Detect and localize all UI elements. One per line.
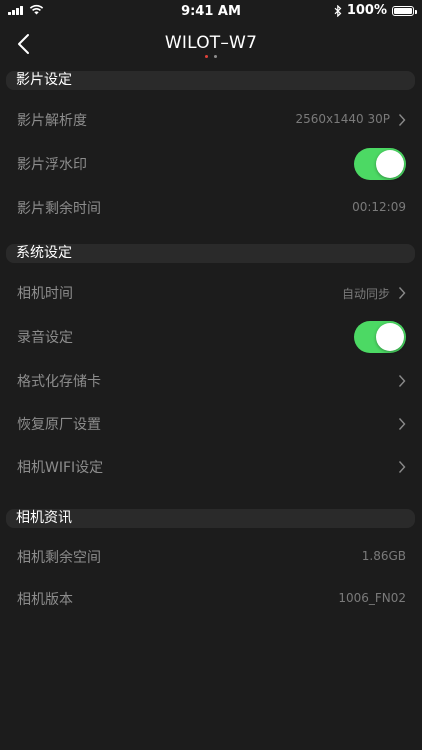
row-value: 2560x1440 30P xyxy=(295,112,391,126)
row-label: 恢复原厂设置 xyxy=(17,417,101,433)
toggle-knob xyxy=(376,323,404,351)
watermark-toggle[interactable] xyxy=(354,148,406,180)
row-label: 相机时间 xyxy=(17,286,73,302)
chevron-right-icon xyxy=(398,418,406,430)
row-value: 1006_FN02 xyxy=(338,591,406,605)
free-space-row: 相机剩余空间 1.86GB xyxy=(0,537,422,577)
row-value: 00:12:09 xyxy=(352,200,406,214)
chevron-right-icon xyxy=(398,461,406,473)
row-label: 相机版本 xyxy=(17,592,73,608)
status-bar: 9:41 AM 100% xyxy=(0,0,422,22)
row-label: 录音设定 xyxy=(17,330,73,346)
video-resolution-row[interactable]: 影片解析度 2560x1440 30P xyxy=(0,100,422,140)
toggle-knob xyxy=(376,150,404,178)
row-label: 格式化存储卡 xyxy=(17,374,101,390)
page-indicator xyxy=(0,55,422,58)
section-header-video: 影片设定 xyxy=(6,71,415,90)
page-title: WILOT–W7 xyxy=(164,33,258,53)
nav-bar: WILOT–W7 xyxy=(0,22,422,66)
section-header-system: 系统设定 xyxy=(6,244,415,263)
row-value: 1.86GB xyxy=(361,549,406,563)
section-header-info: 相机资讯 xyxy=(6,509,415,528)
row-label: 相机剩余空间 xyxy=(17,550,101,566)
wifi-settings-row[interactable]: 相机WIFI设定 xyxy=(0,447,422,487)
battery-percent: 100% xyxy=(346,3,387,18)
row-label: 影片浮水印 xyxy=(17,157,87,173)
status-right: 100% xyxy=(334,3,417,18)
camera-time-row[interactable]: 相机时间 自动同步 xyxy=(0,273,422,313)
row-label: 影片剩余时间 xyxy=(17,201,101,217)
format-card-row[interactable]: 格式化存储卡 xyxy=(0,361,422,401)
chevron-right-icon xyxy=(398,287,406,299)
audio-toggle[interactable] xyxy=(354,321,406,353)
page-dot-active xyxy=(205,55,208,58)
video-remaining-time-row: 影片剩余时间 00:12:09 xyxy=(0,188,422,228)
chevron-right-icon xyxy=(398,114,406,126)
version-row: 相机版本 1006_FN02 xyxy=(0,579,422,619)
row-label: 影片解析度 xyxy=(17,113,87,129)
chevron-right-icon xyxy=(398,375,406,387)
page-dot xyxy=(214,55,217,58)
audio-row: 录音设定 xyxy=(0,317,422,357)
battery-icon xyxy=(392,5,417,16)
row-value: 自动同步 xyxy=(341,287,390,301)
factory-reset-row[interactable]: 恢复原厂设置 xyxy=(0,404,422,444)
video-watermark-row: 影片浮水印 xyxy=(0,144,422,184)
row-label: 相机WIFI设定 xyxy=(17,460,104,476)
bluetooth-icon xyxy=(334,4,342,17)
